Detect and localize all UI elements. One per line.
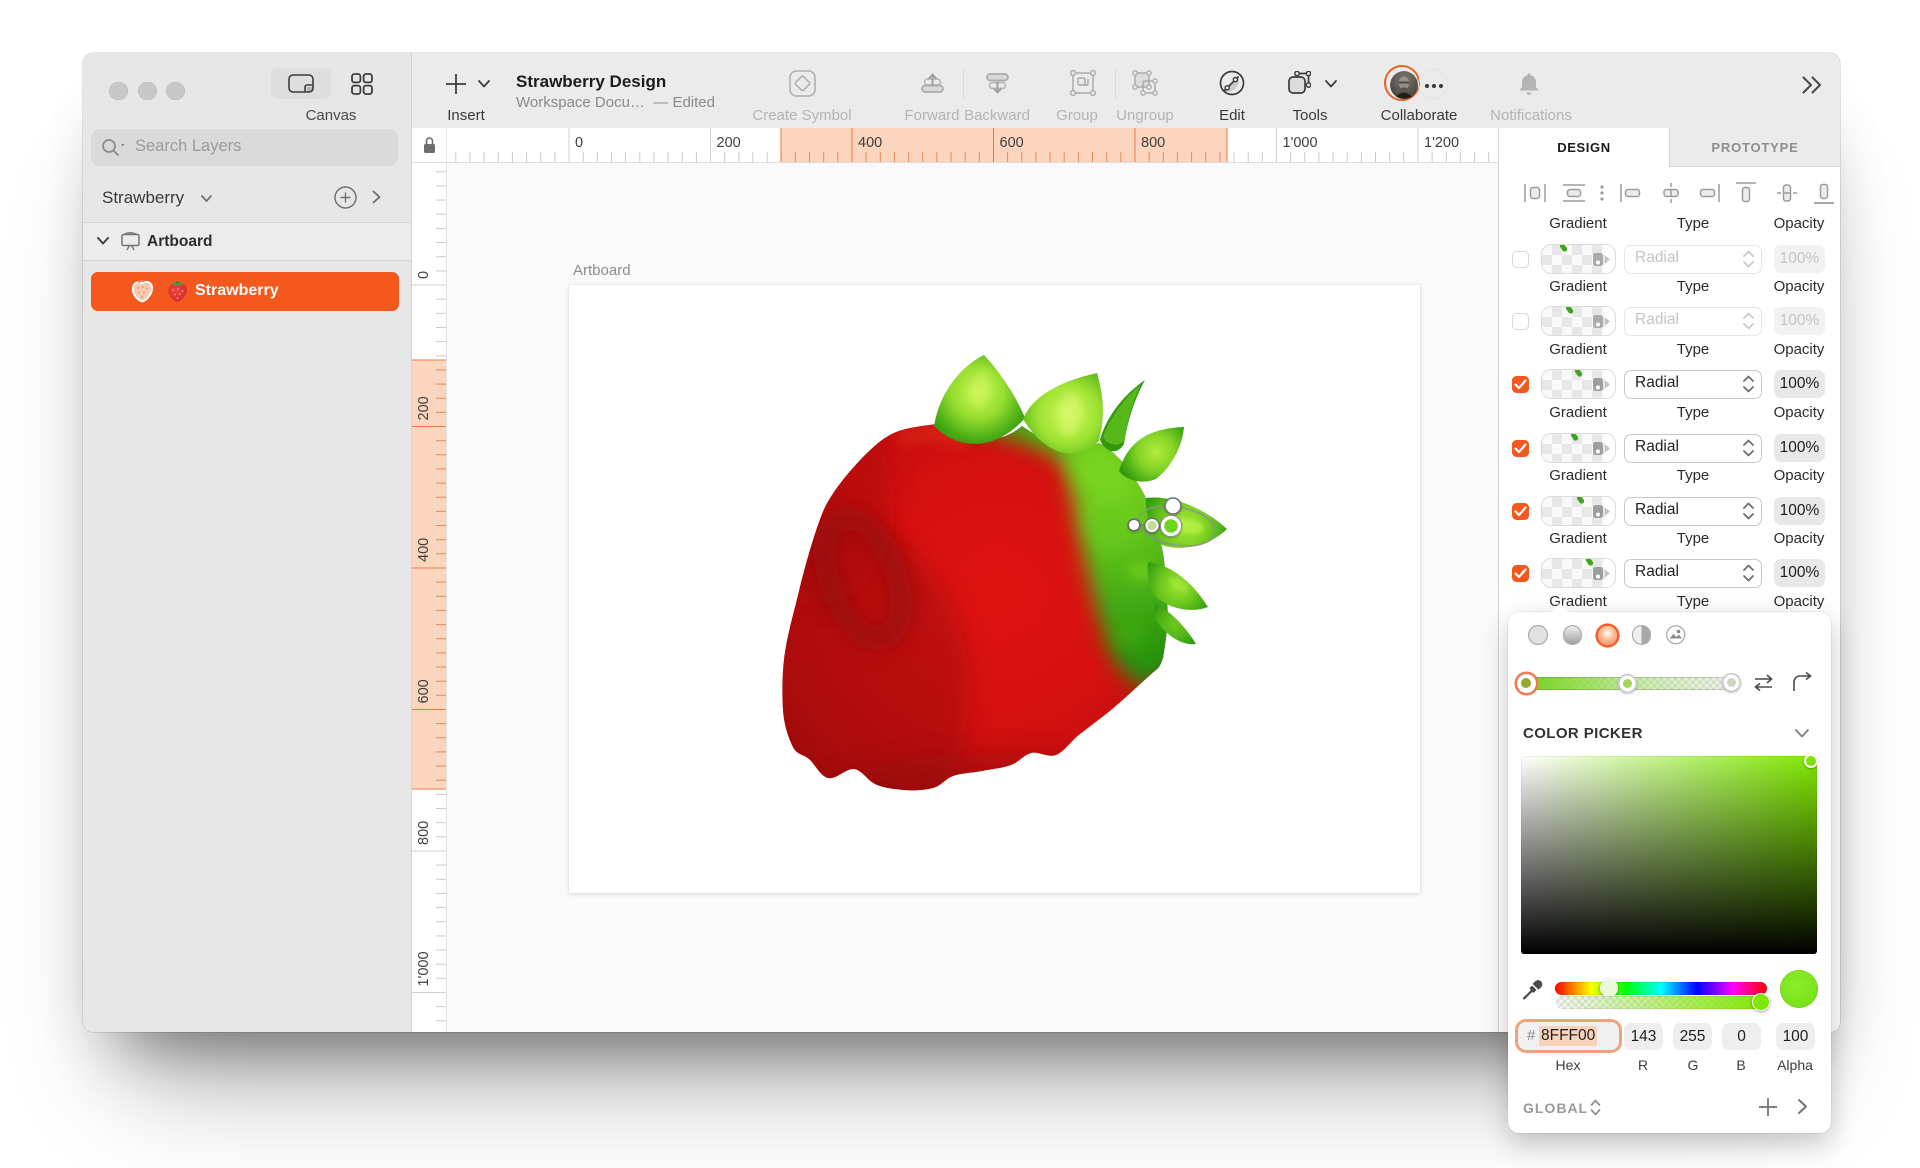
svg-text:400: 400 xyxy=(416,538,432,562)
svg-text:200: 200 xyxy=(416,396,432,420)
svg-text:200: 200 xyxy=(717,135,741,151)
svg-text:1'000: 1'000 xyxy=(416,951,432,986)
svg-text:0: 0 xyxy=(575,135,583,151)
svg-text:0: 0 xyxy=(416,271,432,279)
svg-text:1'000: 1'000 xyxy=(1283,135,1318,151)
svg-text:600: 600 xyxy=(416,679,432,703)
svg-text:400: 400 xyxy=(858,135,882,151)
svg-text:1'200: 1'200 xyxy=(1424,135,1459,151)
svg-text:600: 600 xyxy=(1000,135,1024,151)
svg-text:800: 800 xyxy=(416,821,432,845)
svg-text:800: 800 xyxy=(1141,135,1165,151)
